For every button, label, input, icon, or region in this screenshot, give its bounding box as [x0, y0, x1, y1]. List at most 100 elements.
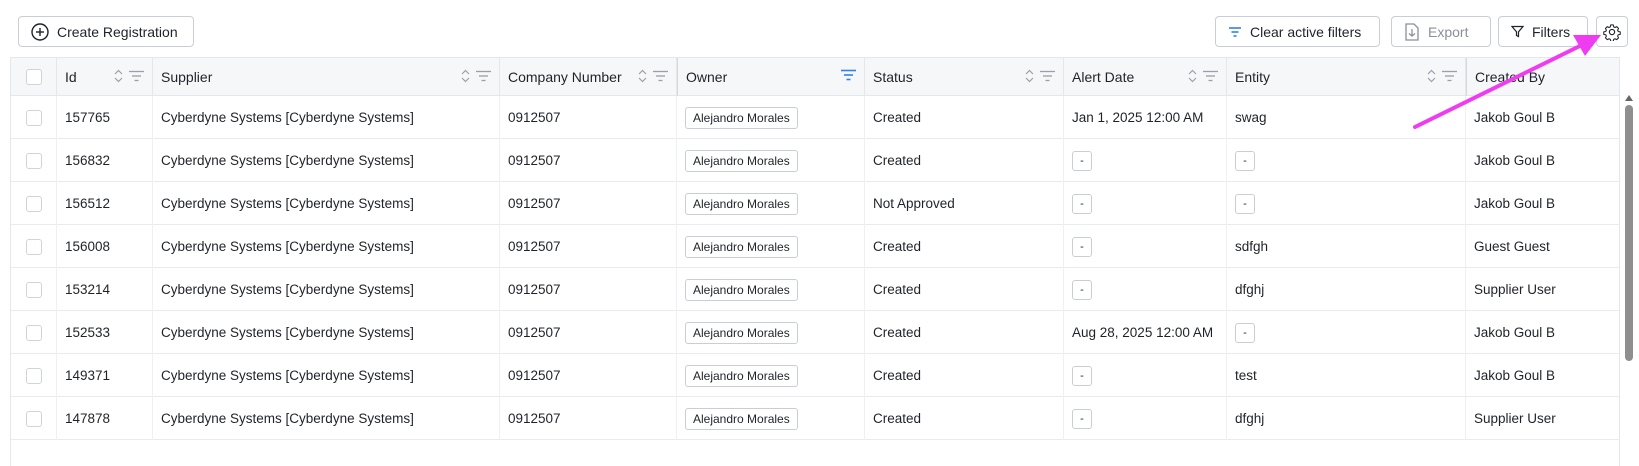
cell-supplier: Cyberdyne Systems [Cyberdyne Systems]: [153, 139, 500, 182]
registrations-table: Id Supplier Company Number Owner Status …: [10, 57, 1620, 466]
cell-alert-date: -: [1064, 268, 1227, 311]
scrollbar-thumb[interactable]: [1625, 105, 1633, 361]
table-row[interactable]: 153214 Cyberdyne Systems [Cyberdyne Syste…: [11, 268, 1619, 311]
cell-text: 147878: [65, 411, 111, 426]
cell-id: 152533: [57, 311, 153, 354]
create-registration-button[interactable]: Create Registration: [18, 16, 194, 47]
cell-text: 0912507: [508, 368, 561, 383]
export-label: Export: [1428, 23, 1469, 40]
table-row[interactable]: 157765 Cyberdyne Systems [Cyberdyne Syste…: [11, 96, 1619, 139]
cell-text: Guest Guest: [1474, 239, 1550, 254]
row-checkbox[interactable]: [25, 367, 42, 384]
owner-tag: Alejandro Morales: [685, 192, 798, 215]
table-row[interactable]: 156008 Cyberdyne Systems [Cyberdyne Syste…: [11, 225, 1619, 268]
row-select-cell: [11, 268, 57, 311]
cell-entity: -: [1227, 311, 1466, 354]
scroll-up-arrow-icon[interactable]: [1625, 95, 1633, 101]
cell-company-number: 0912507: [500, 96, 677, 139]
row-checkbox[interactable]: [25, 195, 42, 212]
vertical-scrollbar[interactable]: [1623, 95, 1635, 466]
cell-text: 157765: [65, 110, 111, 125]
cell-supplier: Cyberdyne Systems [Cyberdyne Systems]: [153, 397, 500, 440]
cell-entity: test: [1227, 354, 1466, 397]
sort-icon[interactable]: [1427, 69, 1436, 83]
cell-supplier: Cyberdyne Systems [Cyberdyne Systems]: [153, 182, 500, 225]
cell-company-number: 0912507: [500, 397, 677, 440]
column-header-id[interactable]: Id: [57, 58, 153, 96]
sort-icon[interactable]: [114, 69, 123, 83]
sort-icon[interactable]: [461, 69, 470, 83]
cell-supplier: Cyberdyne Systems [Cyberdyne Systems]: [153, 96, 500, 139]
table-row[interactable]: 152533 Cyberdyne Systems [Cyberdyne Syste…: [11, 311, 1619, 354]
table-toolbar: Create Registration Clear active filters…: [0, 0, 1639, 58]
cell-status: Created: [865, 268, 1064, 311]
cell-supplier: Cyberdyne Systems [Cyberdyne Systems]: [153, 311, 500, 354]
row-checkbox[interactable]: [25, 109, 42, 126]
row-checkbox[interactable]: [25, 238, 42, 255]
filter-icon[interactable]: [653, 70, 668, 82]
row-checkbox[interactable]: [25, 281, 42, 298]
cell-owner: Alejandro Morales: [677, 397, 865, 440]
cell-created-by: Supplier User: [1466, 397, 1619, 440]
column-header-supplier[interactable]: Supplier: [153, 58, 500, 96]
filter-icon[interactable]: [476, 70, 491, 82]
table-row[interactable]: 156832 Cyberdyne Systems [Cyberdyne Syste…: [11, 139, 1619, 182]
cell-entity: dfghj: [1227, 268, 1466, 311]
cell-owner: Alejandro Morales: [677, 182, 865, 225]
filter-icon[interactable]: [1040, 70, 1055, 82]
cell-status: Not Approved: [865, 182, 1064, 225]
column-header-created-by[interactable]: Created By: [1466, 58, 1619, 96]
cell-company-number: 0912507: [500, 225, 677, 268]
cell-company-number: 0912507: [500, 268, 677, 311]
export-button[interactable]: Export: [1391, 16, 1491, 47]
create-registration-label: Create Registration: [57, 23, 178, 40]
column-header-company-number[interactable]: Company Number: [500, 58, 677, 96]
column-header-label: Status: [873, 69, 913, 85]
filters-button[interactable]: Filters: [1498, 16, 1588, 47]
cell-entity: sdfgh: [1227, 225, 1466, 268]
cell-owner: Alejandro Morales: [677, 96, 865, 139]
cell-text: 149371: [65, 368, 111, 383]
owner-tag: Alejandro Morales: [685, 321, 798, 344]
owner-tag: Alejandro Morales: [685, 106, 798, 129]
cell-owner: Alejandro Morales: [677, 139, 865, 182]
column-header-label: Supplier: [161, 69, 213, 85]
row-checkbox[interactable]: [25, 152, 42, 169]
column-header-status[interactable]: Status: [865, 58, 1064, 96]
filter-lines-icon: [1229, 26, 1241, 37]
table-row[interactable]: 149371 Cyberdyne Systems [Cyberdyne Syste…: [11, 354, 1619, 397]
sort-icon[interactable]: [638, 69, 647, 83]
cell-text: 0912507: [508, 325, 561, 340]
table-header: Id Supplier Company Number Owner Status …: [11, 58, 1619, 96]
cell-status: Created: [865, 311, 1064, 354]
cell-text: 0912507: [508, 411, 561, 426]
column-header-entity[interactable]: Entity: [1227, 58, 1466, 96]
cell-created-by: Jakob Goul B: [1466, 311, 1619, 354]
table-settings-button[interactable]: [1596, 16, 1628, 47]
clear-active-filters-button[interactable]: Clear active filters: [1215, 16, 1380, 47]
select-all-checkbox[interactable]: [25, 69, 42, 85]
cell-text: Not Approved: [873, 196, 955, 211]
column-header-alert-date[interactable]: Alert Date: [1064, 58, 1227, 96]
filter-icon[interactable]: [1203, 70, 1218, 82]
active-filter-icon[interactable]: [841, 69, 856, 81]
row-checkbox[interactable]: [25, 410, 42, 427]
cell-text: 0912507: [508, 110, 561, 125]
sort-icon[interactable]: [1025, 69, 1034, 83]
sort-icon[interactable]: [1188, 69, 1197, 83]
cell-entity: swag: [1227, 96, 1466, 139]
table-row[interactable]: 147878 Cyberdyne Systems [Cyberdyne Syste…: [11, 397, 1619, 440]
filter-icon[interactable]: [1442, 70, 1457, 82]
cell-id: 153214: [57, 268, 153, 311]
column-header-owner[interactable]: Owner: [677, 58, 865, 96]
filters-label: Filters: [1532, 23, 1571, 40]
row-checkbox[interactable]: [25, 324, 42, 341]
funnel-icon: [1511, 25, 1524, 38]
cell-created-by: Guest Guest: [1466, 225, 1619, 268]
table-row[interactable]: 156512 Cyberdyne Systems [Cyberdyne Syste…: [11, 182, 1619, 225]
cell-status: Created: [865, 96, 1064, 139]
filter-icon[interactable]: [129, 70, 144, 82]
cell-supplier: Cyberdyne Systems [Cyberdyne Systems]: [153, 225, 500, 268]
select-all-cell: [11, 58, 57, 96]
cell-text: Supplier User: [1474, 282, 1556, 297]
